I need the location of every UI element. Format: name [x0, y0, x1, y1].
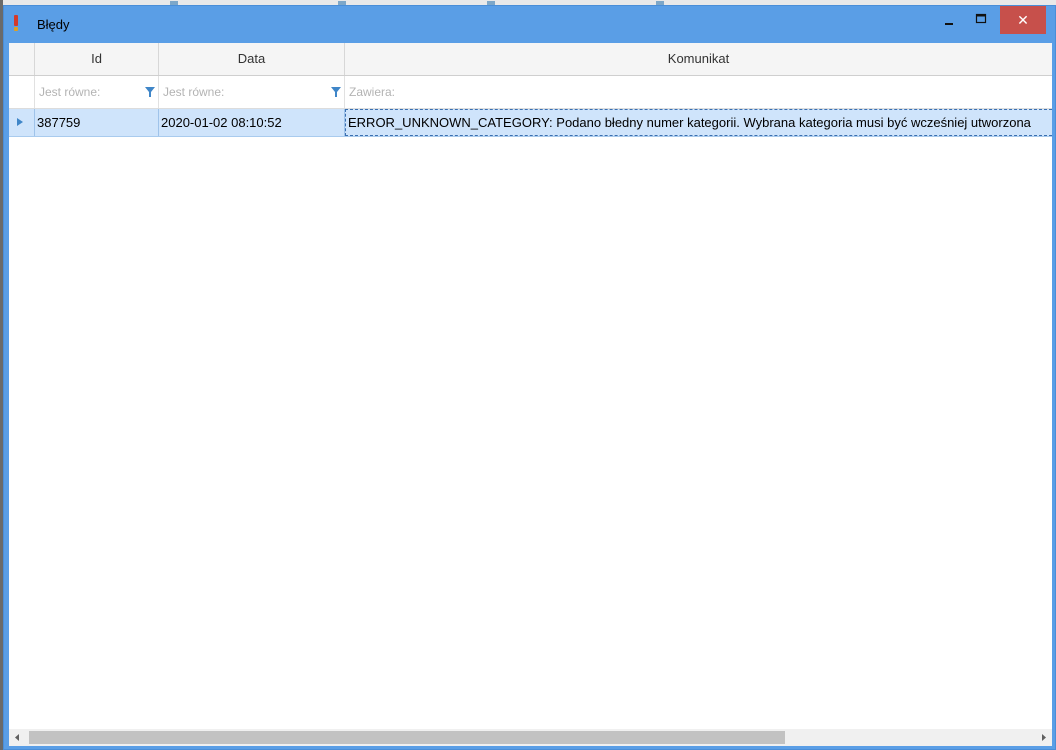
title-bar[interactable]: Błędy ✕	[4, 6, 1055, 43]
scrollbar-thumb[interactable]	[29, 731, 785, 744]
filter-input-komunikat[interactable]	[347, 84, 988, 100]
cell-data[interactable]: 2020-01-02 08:10:52	[159, 109, 345, 136]
minimize-button[interactable]	[934, 6, 964, 34]
scroll-right-icon[interactable]	[1035, 729, 1052, 746]
maximize-icon	[975, 13, 987, 24]
table-row[interactable]: 387759 2020-01-02 08:10:52 ERROR_UNKNOWN…	[9, 109, 1052, 137]
row-indicator	[9, 109, 35, 136]
errors-grid: Id Data Komunikat Jest równe: Jest równe…	[9, 43, 1052, 746]
cell-komunikat[interactable]: ERROR_UNKNOWN_CATEGORY: Podano błedny nu…	[345, 109, 1052, 136]
filter-cell-id	[35, 76, 159, 108]
filter-icon[interactable]	[331, 87, 341, 97]
scroll-left-icon[interactable]	[9, 729, 26, 746]
window-title: Błędy	[37, 17, 70, 32]
minimize-icon	[945, 23, 953, 25]
column-header-data[interactable]: Data	[159, 43, 345, 75]
close-button[interactable]: ✕	[1000, 6, 1046, 34]
header-indicator-cell	[9, 43, 35, 75]
maximize-button[interactable]	[966, 6, 996, 34]
row-pointer-icon	[17, 118, 23, 126]
errors-window: Błędy ✕ Id Data Komunikat Jest równe: Je…	[3, 5, 1056, 750]
filter-icon[interactable]	[145, 87, 155, 97]
grid-header: Id Data Komunikat	[9, 43, 1052, 76]
filter-cell-data	[159, 76, 345, 108]
cell-id[interactable]: 387759	[35, 109, 159, 136]
horizontal-scrollbar[interactable]	[9, 729, 1052, 746]
filter-input-id[interactable]	[37, 84, 152, 100]
filter-input-data[interactable]	[161, 84, 332, 100]
close-icon: ✕	[1017, 12, 1029, 28]
filter-cell-komunikat	[345, 76, 1052, 108]
exclamation-icon	[14, 15, 18, 31]
filter-row	[9, 76, 1052, 109]
column-header-komunikat[interactable]: Komunikat	[345, 43, 1052, 75]
filter-indicator-cell	[9, 76, 35, 108]
column-header-id[interactable]: Id	[35, 43, 159, 75]
